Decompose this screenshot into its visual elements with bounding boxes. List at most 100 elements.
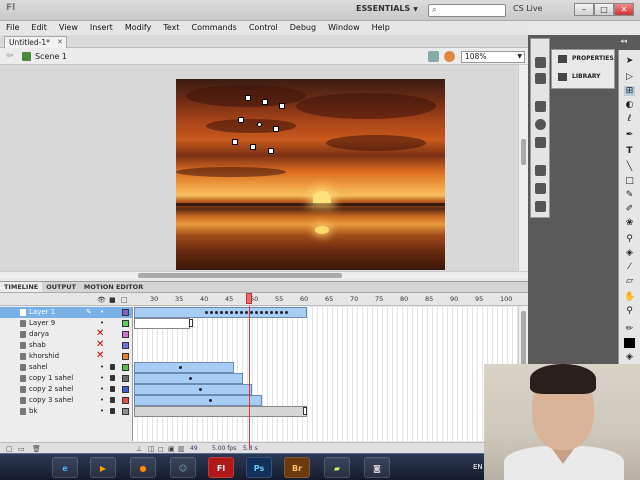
- keyframe[interactable]: [275, 311, 278, 314]
- keyframe[interactable]: [189, 377, 192, 380]
- minimize-button[interactable]: –: [574, 3, 594, 16]
- transform-handle[interactable]: [245, 95, 251, 101]
- bone-tool-icon[interactable]: ⚲: [624, 234, 635, 244]
- paint-bucket-color-icon[interactable]: ◈: [624, 352, 635, 362]
- keyframe[interactable]: [210, 311, 213, 314]
- menu-insert[interactable]: Insert: [84, 21, 119, 35]
- layer-color-swatch[interactable]: [122, 375, 129, 382]
- media-player-icon[interactable]: ▶: [90, 457, 116, 478]
- flash-icon[interactable]: Fl: [208, 457, 234, 478]
- transform-handle[interactable]: [238, 117, 244, 123]
- frame-span[interactable]: [134, 318, 190, 329]
- transform-handle[interactable]: [250, 144, 256, 150]
- lock-icon[interactable]: [110, 408, 115, 414]
- document-tab[interactable]: Untitled-1* ✕: [4, 36, 67, 48]
- scrollbar-thumb[interactable]: [521, 311, 526, 369]
- subselection-tool-icon[interactable]: ▷: [624, 72, 635, 82]
- zoom-select[interactable]: 108% ▼: [461, 51, 525, 63]
- new-folder-icon[interactable]: ▭: [18, 445, 25, 453]
- keyframe[interactable]: [280, 311, 283, 314]
- layer-color-swatch[interactable]: [122, 353, 129, 360]
- layer-row[interactable]: khorshid ✕: [0, 350, 132, 362]
- panel-icon[interactable]: [535, 57, 546, 68]
- hidden-layer-icon[interactable]: ✕: [96, 339, 104, 350]
- frame-ruler[interactable]: 30 35 40 45 50 55 60 65 70 75 80 85 90 95 100: [132, 293, 520, 306]
- layer-name[interactable]: Layer 9: [29, 318, 55, 329]
- lock-icon[interactable]: [110, 386, 115, 392]
- menu-commands[interactable]: Commands: [186, 21, 243, 35]
- brush-tool-icon[interactable]: ✐: [624, 204, 635, 214]
- tab-output[interactable]: OUTPUT: [42, 282, 80, 292]
- scrollbar-thumb[interactable]: [521, 139, 526, 165]
- menu-text[interactable]: Text: [157, 21, 185, 35]
- transform-handle[interactable]: [262, 99, 268, 105]
- menu-control[interactable]: Control: [243, 21, 284, 35]
- layer-color-swatch[interactable]: [122, 331, 129, 338]
- visibility-dot-icon[interactable]: •: [100, 362, 104, 373]
- panel-icon[interactable]: [535, 101, 546, 112]
- layer-row[interactable]: darya ✕: [0, 328, 132, 340]
- stage-horizontal-scrollbar[interactable]: [0, 271, 528, 279]
- menu-file[interactable]: File: [0, 21, 25, 35]
- keyframe[interactable]: [199, 388, 202, 391]
- stage-sunset-image[interactable]: [176, 79, 445, 270]
- properties-tab[interactable]: PROPERTIES: [554, 52, 614, 66]
- layer-name[interactable]: khorshid: [29, 351, 59, 362]
- menu-modify[interactable]: Modify: [119, 21, 158, 35]
- frame-span[interactable]: [134, 406, 307, 417]
- panel-icon[interactable]: [535, 183, 546, 194]
- close-icon[interactable]: ✕: [57, 37, 63, 48]
- pencil-tool-icon[interactable]: ✎: [624, 190, 635, 200]
- panel-icon[interactable]: [535, 119, 546, 130]
- lock-icon[interactable]: [110, 364, 115, 370]
- notes-icon[interactable]: ▰: [324, 457, 350, 478]
- panel-icon[interactable]: [535, 165, 546, 176]
- panel-icon[interactable]: [535, 137, 546, 148]
- playhead[interactable]: [246, 293, 252, 304]
- keyframe[interactable]: [260, 311, 263, 314]
- cs-live-button[interactable]: CS Live: [513, 4, 543, 13]
- eraser-tool-icon[interactable]: ▱: [624, 276, 635, 286]
- edit-scene-icon[interactable]: [428, 51, 439, 62]
- end-frame[interactable]: [303, 407, 307, 415]
- lasso-tool-icon[interactable]: ℓ: [624, 114, 635, 124]
- selection-tool-icon[interactable]: ➤: [624, 56, 635, 66]
- frame-rate[interactable]: 5.00 fps: [212, 445, 236, 452]
- zoom-tool-icon[interactable]: ⚲: [624, 306, 635, 316]
- keyframe[interactable]: [215, 311, 218, 314]
- free-transform-tool-icon[interactable]: ⊞: [624, 86, 635, 96]
- keyframe[interactable]: [205, 311, 208, 314]
- menu-view[interactable]: View: [53, 21, 84, 35]
- keyframe[interactable]: [235, 311, 238, 314]
- motion-tween[interactable]: [134, 362, 234, 373]
- layer-row[interactable]: Layer 9 •: [0, 318, 132, 329]
- start-button[interactable]: [6, 457, 32, 478]
- layer-row[interactable]: copy 1 sahel •: [0, 373, 132, 384]
- visibility-dot-icon[interactable]: •: [100, 384, 104, 395]
- layer-row[interactable]: sahel •: [0, 362, 132, 373]
- search-input[interactable]: ⌕: [428, 4, 506, 17]
- layer-name[interactable]: sahel: [29, 362, 48, 373]
- keyframe[interactable]: [225, 311, 228, 314]
- lock-icon[interactable]: [110, 375, 115, 381]
- hidden-layer-icon[interactable]: ✕: [96, 350, 104, 361]
- transform-handle[interactable]: [268, 148, 274, 154]
- visibility-dot-icon[interactable]: •: [100, 395, 104, 406]
- stroke-color-icon[interactable]: ✏: [624, 324, 635, 334]
- end-frame[interactable]: [189, 319, 193, 327]
- frame-grid[interactable]: [132, 307, 520, 441]
- lock-icon[interactable]: ■: [109, 296, 116, 304]
- visibility-dot-icon[interactable]: •: [100, 307, 104, 318]
- workspace-switcher[interactable]: ESSENTIALS ▼: [356, 4, 418, 13]
- eyedropper-tool-icon[interactable]: ⁄: [624, 262, 635, 272]
- photoshop-icon[interactable]: Ps: [246, 457, 272, 478]
- finder-icon[interactable]: ☺: [170, 457, 196, 478]
- keyframe[interactable]: [265, 311, 268, 314]
- layer-color-swatch[interactable]: [122, 386, 129, 393]
- camcorder-icon[interactable]: ◙: [364, 457, 390, 478]
- layer-name[interactable]: bk: [29, 406, 38, 417]
- scene-label[interactable]: Scene 1: [35, 52, 67, 61]
- line-tool-icon[interactable]: ╲: [624, 162, 635, 172]
- firefox-icon[interactable]: ●: [130, 457, 156, 478]
- keyframe[interactable]: [240, 311, 243, 314]
